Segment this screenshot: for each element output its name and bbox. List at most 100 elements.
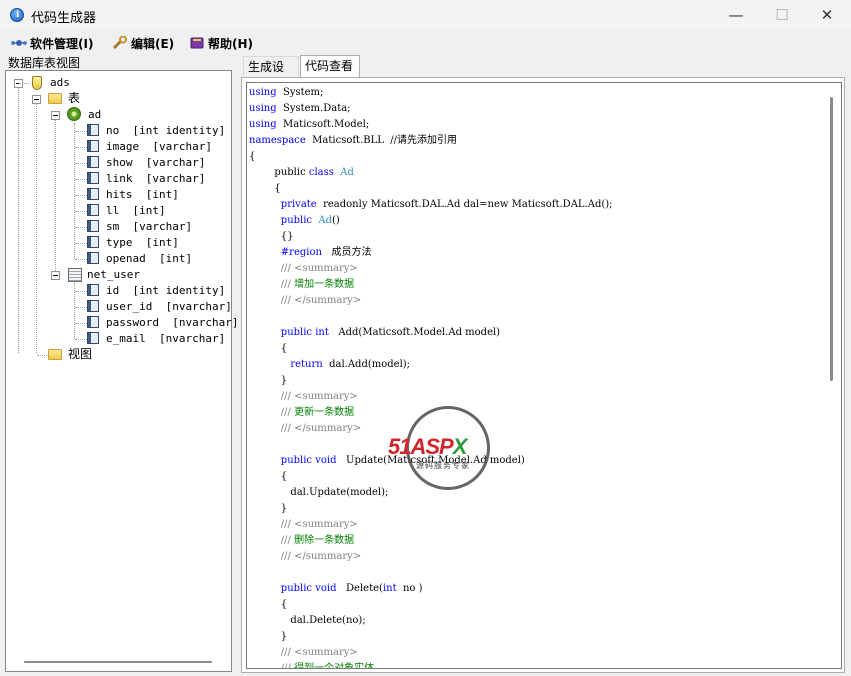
code-line: return dal.Add(model); bbox=[249, 357, 825, 373]
code-line: #region 成员方法 bbox=[249, 245, 825, 261]
code-token: { bbox=[249, 151, 256, 162]
tree-guide-line bbox=[55, 115, 56, 275]
code-token: /// <summary> bbox=[280, 391, 358, 402]
tree-node-column[interactable]: no [int identity] bbox=[106, 124, 225, 138]
tree-node-column[interactable]: user_id [nvarchar] bbox=[106, 300, 232, 314]
code-line: /// 增加一条数据 bbox=[249, 277, 825, 293]
code-token: dal.Add(model); bbox=[322, 359, 411, 370]
code-token: { bbox=[249, 343, 288, 354]
code-line: { bbox=[249, 181, 825, 197]
code-token: } bbox=[249, 503, 288, 514]
tree-expander-ad[interactable] bbox=[51, 111, 60, 120]
tree-node-column[interactable]: type [int] bbox=[106, 236, 179, 250]
menu-help[interactable]: 帮助(H) bbox=[189, 34, 253, 52]
tree-node-column[interactable]: link [varchar] bbox=[106, 172, 205, 186]
menu-software-management[interactable]: 软件管理(I) bbox=[11, 34, 93, 52]
column-icon bbox=[87, 284, 99, 296]
code-line: /// </summary> bbox=[249, 549, 825, 565]
tree-guide-line bbox=[75, 259, 87, 260]
book-icon bbox=[189, 36, 205, 50]
code-line: using System.Data; bbox=[249, 101, 825, 117]
tree-node-db[interactable]: ads bbox=[50, 76, 70, 90]
tree-expander-tables[interactable] bbox=[32, 95, 41, 104]
table-icon bbox=[68, 268, 82, 282]
code-token: /// bbox=[280, 535, 295, 546]
tree-node-column[interactable]: show [varchar] bbox=[106, 156, 205, 170]
minimize-button[interactable]: — bbox=[713, 0, 759, 30]
tab-code-view[interactable]: 代码查看 bbox=[300, 55, 360, 77]
tree-node-column[interactable]: hits [int] bbox=[106, 188, 179, 202]
tree-expander-net-user[interactable] bbox=[51, 271, 60, 280]
horizontal-scrollbar[interactable] bbox=[24, 661, 212, 663]
tree-guide-line bbox=[75, 339, 87, 340]
code-line: { bbox=[249, 597, 825, 613]
database-tree[interactable]: ads 表 ad no [int identity] image [varcha… bbox=[5, 70, 238, 672]
code-token: Ad bbox=[333, 167, 354, 178]
code-token: /// <summary> bbox=[280, 519, 358, 530]
tree-node-table-net-user[interactable]: net_user bbox=[87, 268, 140, 282]
code-line: private readonly Maticsoft.DAL.Ad dal=ne… bbox=[249, 197, 825, 213]
code-token: public bbox=[280, 215, 313, 226]
close-button[interactable]: ✕ bbox=[804, 0, 850, 30]
code-line: {} bbox=[249, 229, 825, 245]
tree-node-views-folder[interactable]: 视图 bbox=[68, 347, 92, 361]
tree-guide-line bbox=[19, 83, 29, 84]
code-token: public void bbox=[280, 455, 337, 466]
tree-node-column[interactable]: ll [int] bbox=[106, 204, 166, 218]
scrollbar-thumb[interactable] bbox=[830, 97, 833, 381]
code-token: { bbox=[249, 599, 288, 610]
tree-guide-line bbox=[75, 131, 87, 132]
tab-generate-settings[interactable]: 生成设置 bbox=[243, 56, 299, 94]
tree-node-column[interactable]: openad [int] bbox=[106, 252, 192, 266]
column-icon bbox=[87, 172, 99, 184]
column-icon bbox=[87, 188, 99, 200]
menu-edit-label: 编辑(E) bbox=[131, 36, 175, 51]
tree-node-column[interactable]: image [varchar] bbox=[106, 140, 212, 154]
code-token: Update(Maticsoft.Model.Ad model) bbox=[336, 455, 525, 466]
code-line: /// 更新一条数据 bbox=[249, 405, 825, 421]
code-token: /// bbox=[280, 663, 295, 669]
column-icon bbox=[87, 300, 99, 312]
menu-software-management-label: 软件管理(I) bbox=[30, 36, 94, 51]
code-text[interactable]: using System; using System.Data; using Mat… bbox=[249, 85, 825, 669]
code-line: } bbox=[249, 629, 825, 645]
column-icon bbox=[87, 124, 99, 136]
maximize-button[interactable]: ☐ bbox=[759, 0, 805, 30]
code-token: using bbox=[249, 87, 277, 98]
column-icon bbox=[87, 140, 99, 152]
app-info-icon: i bbox=[10, 8, 24, 22]
tree-node-column[interactable]: sm [varchar] bbox=[106, 220, 192, 234]
code-viewer[interactable]: using System; using System.Data; using Mat… bbox=[246, 82, 842, 669]
code-line: { bbox=[249, 341, 825, 357]
tree-guide-line bbox=[75, 243, 87, 244]
menu-edit[interactable]: 编辑(E) bbox=[112, 34, 174, 52]
code-token: public bbox=[249, 167, 309, 178]
vertical-scrollbar[interactable] bbox=[827, 83, 839, 668]
tree-node-column[interactable]: id [int identity] bbox=[106, 284, 225, 298]
tree-node-table-ad[interactable]: ad bbox=[88, 108, 101, 122]
column-icon bbox=[87, 252, 99, 264]
code-token: 成员方法 bbox=[321, 247, 372, 258]
column-icon bbox=[87, 236, 99, 248]
tree-node-tables-folder[interactable]: 表 bbox=[68, 91, 80, 105]
code-token: return bbox=[290, 359, 323, 370]
tree-node-column[interactable]: password [nvarchar] bbox=[106, 316, 238, 330]
tree-node-column[interactable]: e_mail [nvarchar] bbox=[106, 332, 225, 346]
title-bar: i 代码生成器 — ☐ ✕ bbox=[0, 0, 851, 30]
code-token: Ad bbox=[312, 215, 333, 226]
tree-guide-line bbox=[75, 227, 87, 228]
tree-guide-line bbox=[75, 307, 87, 308]
code-line: dal.Update(model); bbox=[249, 485, 825, 501]
code-line: /// </summary> bbox=[249, 421, 825, 437]
code-token: 增加一条数据 bbox=[294, 279, 355, 290]
